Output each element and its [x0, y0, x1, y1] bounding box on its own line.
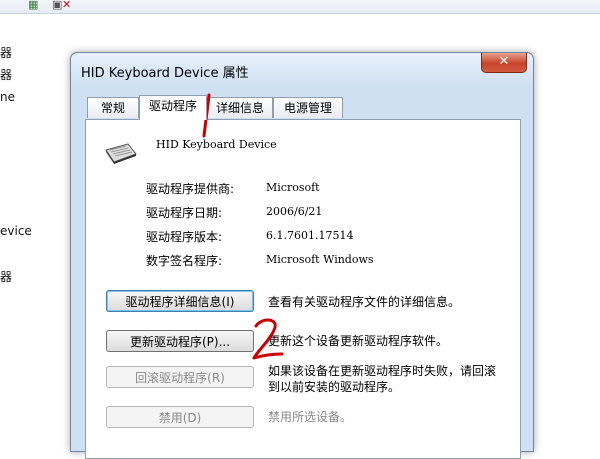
driver-details-desc: 查看有关驱动程序文件的详细信息。 — [268, 295, 461, 309]
tab-power-management[interactable]: 电源管理 — [273, 97, 343, 118]
tab-details[interactable]: 详细信息 — [207, 97, 273, 118]
bg-list-item: evice — [0, 224, 32, 238]
dialog-titlebar[interactable]: HID Keyboard Device 属性 ✕ — [71, 53, 533, 87]
rollback-driver-desc: 如果该设备在更新驱动程序时失败，请回滚到以前安装的驱动程序。 — [268, 364, 497, 394]
provider-label: 驱动程序提供商: — [146, 182, 235, 196]
update-driver-button[interactable]: 更新驱动程序(P)... — [106, 330, 254, 352]
properties-dialog: HID Keyboard Device 属性 ✕ 常规 驱动程序 详细信息 电源… — [70, 52, 534, 459]
version-value: 6.1.7601.17514 — [266, 229, 354, 242]
provider-value: Microsoft — [266, 181, 320, 194]
bg-list-item: 器 — [0, 270, 13, 284]
bg-list-item: ne — [0, 90, 15, 104]
tab-driver[interactable]: 驱动程序 — [139, 95, 207, 120]
device-name: HID Keyboard Device — [156, 138, 277, 151]
version-label: 驱动程序版本: — [146, 230, 223, 244]
uninstall-x-icon[interactable]: ✕ — [62, 0, 71, 10]
dialog-title: HID Keyboard Device 属性 — [81, 66, 249, 81]
background-device-list: 器 器 ne evice 器 — [0, 0, 60, 436]
date-label: 驱动程序日期: — [146, 206, 223, 220]
tab-general[interactable]: 常规 — [87, 97, 139, 118]
bg-list-item: 器 — [0, 46, 13, 60]
date-value: 2006/6/21 — [266, 205, 323, 218]
disable-device-desc: 禁用所选设备。 — [268, 410, 353, 424]
driver-tab-panel: HID Keyboard Device 驱动程序提供商: Microsoft 驱… — [85, 119, 521, 459]
update-driver-desc: 更新这个设备更新驱动程序软件。 — [268, 334, 449, 348]
rollback-driver-button: 回滚驱动程序(R) — [106, 366, 254, 388]
bg-list-item: 器 — [0, 68, 13, 82]
close-button[interactable]: ✕ — [481, 53, 527, 73]
driver-details-button[interactable]: 驱动程序详细信息(I) — [106, 290, 254, 312]
close-icon: ✕ — [498, 54, 510, 69]
signer-value: Microsoft Windows — [266, 253, 374, 266]
disable-device-button: 禁用(D) — [106, 406, 254, 428]
signer-label: 数字签名程序: — [146, 254, 223, 268]
background-toolbar: ▦ ▣ ✕ — [0, 0, 600, 14]
keyboard-icon — [105, 143, 137, 164]
